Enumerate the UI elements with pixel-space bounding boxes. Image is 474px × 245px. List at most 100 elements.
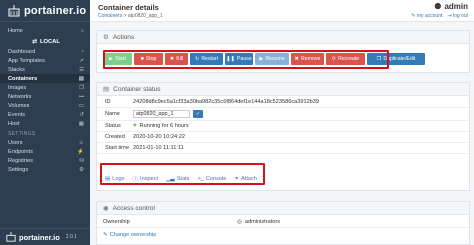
- container-links-row: ▤ Logs ⓘ Inspect ▁▃ Stats >_ Console ⚭ Attach: [105, 175, 257, 183]
- database-icon: ⛁: [79, 157, 84, 164]
- recreate-button[interactable]: ⟳ Recreate: [326, 53, 365, 65]
- users-icon: ☺: [78, 139, 84, 146]
- portainer-logo-icon: [8, 4, 20, 16]
- clone-icon: ❐: [79, 84, 84, 91]
- user-icon: ⚉: [434, 2, 442, 11]
- my-account-label: my account: [416, 13, 443, 19]
- stop-button[interactable]: ■ Stop: [134, 53, 163, 65]
- sitemap-icon: ⊶: [78, 93, 85, 100]
- footer-brand: portainer.io: [19, 232, 60, 242]
- sidebar-footer: portainer.io 2.0.1: [0, 228, 90, 245]
- change-ownership-link[interactable]: ✎ Change ownership: [103, 232, 156, 238]
- sidebar-item-label: Networks: [8, 93, 32, 100]
- access-panel-header: ◉ Access control: [97, 202, 469, 215]
- inspect-link[interactable]: ⓘ Inspect: [132, 175, 158, 183]
- sidebar-item-volumes[interactable]: Volumes ▭: [0, 101, 90, 110]
- restart-button[interactable]: ↻ Restart: [190, 53, 223, 65]
- sidebar-item-label: Containers: [8, 75, 38, 82]
- user-area: ⚉ admin ✎ my account ⇥ log out: [411, 2, 468, 19]
- kill-button[interactable]: ✸ Kill: [165, 53, 188, 65]
- home-icon: ⌂: [80, 28, 84, 34]
- name-label: Name: [105, 111, 120, 117]
- attach-label: Attach: [241, 176, 257, 182]
- sidebar-item-endpoints[interactable]: Endpoints ⚡: [0, 147, 90, 156]
- attach-link[interactable]: ⚭ Attach: [234, 175, 257, 183]
- resume-label: Resume: [265, 56, 285, 62]
- breadcrumb: Containers > atp0820_app_1: [98, 13, 163, 19]
- settings-section-heading: SETTINGS: [8, 130, 36, 137]
- table-row: Start time 2021-01-10 11:11:11: [97, 143, 469, 154]
- save-icon: ✓: [195, 111, 201, 117]
- ownership-value-group: ◎ administrators: [237, 219, 280, 225]
- version-label: 2.0.1: [65, 234, 77, 240]
- sidebar-item-settings[interactable]: Settings ⚙: [0, 165, 90, 174]
- eye-slash-icon: ◎: [237, 219, 242, 225]
- sidebar-item-containers[interactable]: Containers ▤: [0, 74, 90, 83]
- area-chart-icon: ▁▃: [166, 176, 175, 182]
- stats-link[interactable]: ▁▃ Stats: [166, 175, 189, 183]
- trash-icon: ✖: [294, 56, 300, 62]
- rename-button[interactable]: ✓: [193, 110, 203, 118]
- console-link[interactable]: >_ Console: [197, 175, 226, 183]
- log-out-link[interactable]: ⇥ log out: [447, 13, 468, 19]
- environment-label: ⇄ LOCAL: [0, 36, 90, 47]
- top-header: Container details Containers > atp0820_a…: [90, 0, 474, 22]
- duplicate-edit-label: Duplicate/Edit: [383, 56, 416, 62]
- ownership-label: Ownership: [103, 219, 130, 225]
- sidebar: portainer.io Home ⌂ ⇄ LOCAL Dashboard ◔ A…: [0, 0, 90, 245]
- sidebar-item-stacks[interactable]: Stacks ☰: [0, 65, 90, 74]
- container-status-panel: ▤ Container status ID 24208d8c9ec5a1cf33…: [96, 82, 470, 191]
- portainer-logo-icon: [6, 232, 16, 242]
- copy-icon: ❐: [376, 56, 382, 62]
- sidebar-item-app-templates[interactable]: App Templates ➚: [0, 56, 90, 65]
- server-icon: ▤: [103, 86, 110, 93]
- access-heading: Access control: [112, 204, 155, 212]
- resume-button[interactable]: ▶ Resume: [255, 53, 289, 65]
- change-ownership-label: Change ownership: [109, 232, 157, 238]
- sidebar-item-networks[interactable]: Networks ⊶: [0, 92, 90, 101]
- sidebar-item-label: Events: [8, 111, 26, 118]
- server-icon: ▤: [78, 75, 84, 82]
- sidebar-item-label: Users: [8, 139, 23, 146]
- breadcrumb-containers-link[interactable]: Containers: [98, 13, 122, 19]
- start-time-label: Start time: [105, 145, 129, 151]
- breadcrumb-separator: >: [123, 13, 127, 19]
- sidebar-item-events[interactable]: Events ↺: [0, 110, 90, 119]
- tachometer-icon: ◔: [80, 48, 84, 55]
- th-icon: ▦: [78, 120, 84, 127]
- stop-icon: ■: [140, 56, 144, 62]
- logs-link[interactable]: ▤ Logs: [105, 175, 124, 183]
- environment-name: LOCAL: [39, 38, 60, 45]
- table-row: Ownership ◎ administrators: [97, 217, 469, 228]
- kill-label: Kill: [176, 56, 184, 62]
- th-list-icon: ☰: [79, 66, 84, 73]
- start-button[interactable]: ▶ Start: [103, 53, 132, 65]
- pause-button[interactable]: ❚❚ Pause: [225, 53, 253, 65]
- sidebar-item-dashboard[interactable]: Dashboard ◔: [0, 47, 90, 56]
- breadcrumb-current: atp0820_app_1: [127, 13, 163, 19]
- duplicate-edit-button[interactable]: ❐ Duplicate/Edit: [367, 53, 425, 65]
- sidebar-item-users[interactable]: Users ☺: [0, 138, 90, 147]
- console-label: Console: [205, 176, 227, 182]
- my-account-link[interactable]: ✎ my account: [411, 13, 442, 19]
- brand-logo[interactable]: portainer.io: [0, 0, 90, 22]
- remove-button[interactable]: ✖ Remove: [291, 53, 324, 65]
- cogs-icon: ⚙: [79, 166, 84, 173]
- container-name-input[interactable]: atp0820_app_1: [133, 110, 190, 118]
- sidebar-item-home[interactable]: Home ⌂: [0, 26, 90, 36]
- environment-icon: ⇄: [32, 38, 37, 45]
- sidebar-item-label: Volumes: [8, 102, 30, 109]
- sidebar-item-label: Dashboard: [8, 48, 36, 55]
- sidebar-item-registries[interactable]: Registries ⛁: [0, 156, 90, 165]
- actions-panel-header: ⚙ Actions: [97, 31, 469, 44]
- sidebar-item-host[interactable]: Host ▦: [0, 119, 90, 128]
- user-menu: ⚉ admin: [411, 2, 468, 11]
- sidebar-item-images[interactable]: Images ❐: [0, 83, 90, 92]
- user-links: ✎ my account ⇥ log out: [411, 13, 468, 19]
- history-icon: ↺: [79, 111, 84, 118]
- wrench-icon: ✎: [411, 13, 416, 19]
- recreate-label: Recreate: [338, 56, 360, 62]
- sync-icon: ⟳: [331, 56, 337, 62]
- refresh-icon: ↻: [194, 56, 200, 62]
- pause-icon: ❚❚: [226, 56, 235, 62]
